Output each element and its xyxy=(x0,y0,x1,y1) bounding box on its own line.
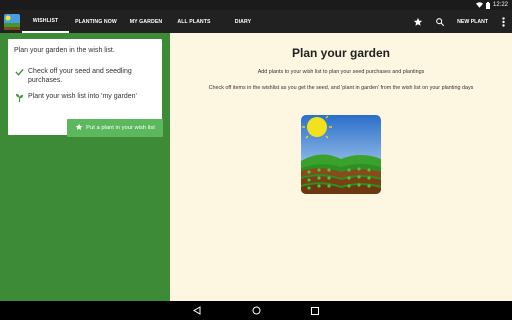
app-logo-icon xyxy=(0,10,22,33)
search-icon[interactable] xyxy=(429,10,451,33)
status-bar: 12:22 xyxy=(0,0,512,10)
more-vert-icon[interactable] xyxy=(494,10,512,33)
card-row-check-line1: Check off your seed and seedling xyxy=(28,68,132,75)
star-icon[interactable] xyxy=(407,10,429,33)
card-row-check: Check off your seed and seedling purchas… xyxy=(14,68,132,85)
status-time: 12:22 xyxy=(492,2,508,8)
sprout-icon xyxy=(14,93,24,102)
home-icon[interactable] xyxy=(251,306,261,316)
tab-wishlist[interactable]: WISHLIST xyxy=(22,10,69,33)
tab-planting-now[interactable]: PLANTING NOW xyxy=(69,10,123,33)
app-actions: NEW PLANT xyxy=(407,10,512,33)
tab-all-plants[interactable]: ALL PLANTS xyxy=(169,10,219,33)
new-plant-button[interactable]: NEW PLANT xyxy=(451,10,494,33)
app-bar: WISHLIST PLANTING NOW MY GARDEN ALL PLAN… xyxy=(0,10,512,33)
card-row-check-line2: purchases. xyxy=(28,76,63,84)
wishlist-info-card: Plan your garden in the wish list. Check… xyxy=(8,39,163,137)
card-title: Plan your garden in the wish list. xyxy=(14,47,115,54)
main-text-line1: Add plants to your wish list to plan you… xyxy=(257,69,425,75)
card-row-sprout: Plant your wish list into 'my garden' xyxy=(14,93,137,102)
garden-illustration xyxy=(301,115,381,194)
sidebar: Plan your garden in the wish list. Check… xyxy=(0,33,170,301)
tab-bar: WISHLIST PLANTING NOW MY GARDEN ALL PLAN… xyxy=(22,10,267,33)
main-text-line2: Check off items in the wishlist as you g… xyxy=(208,85,474,91)
system-nav-bar xyxy=(0,301,512,320)
back-icon[interactable] xyxy=(192,306,202,316)
card-row-sprout-text: Plant your wish list into 'my garden' xyxy=(28,93,137,100)
tab-my-garden[interactable]: MY GARDEN xyxy=(123,10,169,33)
star-icon xyxy=(75,123,83,133)
tab-diary[interactable]: DIARY xyxy=(219,10,267,33)
main-panel: Plan your garden Add plants to your wish… xyxy=(170,33,512,301)
wifi-icon xyxy=(475,2,483,8)
put-plant-in-wishlist-button[interactable]: Put a plant in your wish list xyxy=(67,119,163,137)
recents-icon[interactable] xyxy=(310,306,320,316)
page-title: Plan your garden xyxy=(291,46,391,60)
battery-icon xyxy=(485,1,490,9)
check-icon xyxy=(14,68,24,76)
put-plant-button-label: Put a plant in your wish list xyxy=(86,125,155,131)
